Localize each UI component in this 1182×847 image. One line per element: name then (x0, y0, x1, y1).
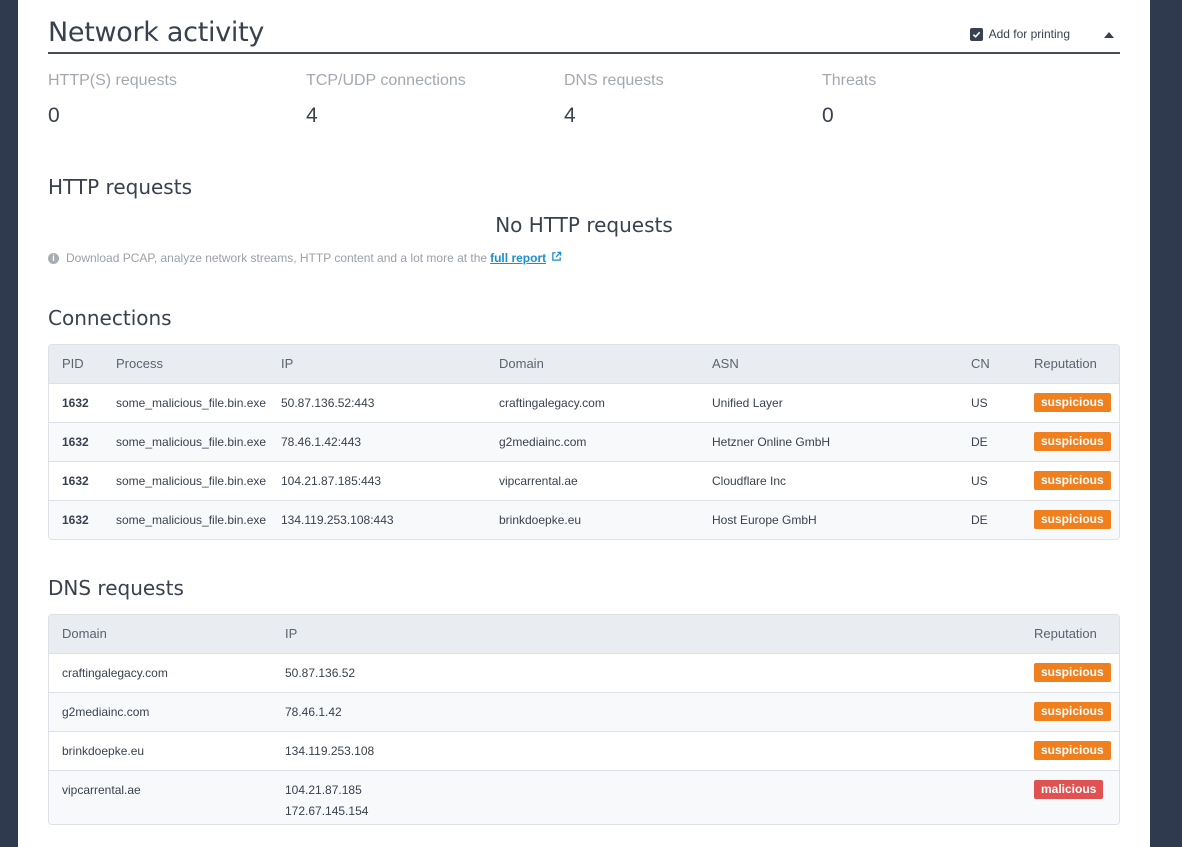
table-row[interactable]: 1632 some_malicious_file.bin.exe 50.87.1… (49, 383, 1119, 422)
full-report-link[interactable]: full report (490, 251, 546, 265)
table-row[interactable]: craftingalegacy.com 50.87.136.52 suspici… (49, 653, 1119, 692)
stat-value: 4 (306, 104, 318, 127)
checkbox-checked-icon[interactable] (969, 27, 983, 41)
reputation-badge: suspicious (1034, 741, 1111, 760)
table-header: Domain IP Reputation (49, 615, 1119, 653)
column-header-cn[interactable]: CN (971, 345, 990, 383)
add-for-printing-label: Add for printing (988, 27, 1070, 41)
column-header-reputation[interactable]: Reputation (1034, 615, 1097, 653)
cell-domain: craftingalegacy.com (62, 666, 168, 680)
no-http-requests-message: No HTTP requests (495, 213, 673, 237)
reputation-badge: suspicious (1034, 702, 1111, 721)
stat-label: Threats (822, 72, 877, 89)
column-header-domain[interactable]: Domain (62, 615, 107, 653)
dns-requests-title: DNS requests (48, 576, 184, 600)
cell-process: some_malicious_file.bin.exe (116, 513, 267, 527)
section-header: Network activity Add for printing (48, 0, 1120, 54)
column-header-pid[interactable]: PID (62, 345, 84, 383)
cell-domain: g2mediainc.com (62, 705, 150, 719)
stat-label: HTTP(S) requests (48, 72, 177, 89)
cell-domain: vipcarrental.ae (499, 474, 578, 488)
page-title: Network activity (48, 17, 265, 48)
cell-cn: DE (971, 513, 988, 527)
reputation-badge: suspicious (1034, 432, 1111, 451)
reputation-badge: malicious (1034, 780, 1104, 799)
dns-requests-table: Domain IP Reputation craftingalegacy.com… (48, 614, 1120, 825)
stat-dns-requests: DNS requests 4 (564, 72, 664, 128)
cell-ip: 50.87.136.52:443 (281, 396, 375, 410)
reputation-badge: suspicious (1034, 663, 1111, 682)
cell-ip: 134.119.253.108:443 (281, 513, 394, 527)
reputation-badge: suspicious (1034, 471, 1111, 490)
connections-table: PID Process IP Domain ASN CN Reputation … (48, 344, 1120, 540)
column-header-process[interactable]: Process (116, 345, 163, 383)
cell-pid: 1632 (62, 474, 89, 488)
cell-domain: brinkdoepke.eu (62, 744, 145, 758)
table-row[interactable]: vipcarrental.ae 104.21.87.185 172.67.145… (49, 770, 1119, 824)
stat-label: DNS requests (564, 72, 664, 89)
network-activity-panel: Network activity Add for printing HTTP(S… (18, 0, 1150, 847)
cell-asn: Unified Layer (712, 396, 783, 410)
cell-ip: 50.87.136.52 (285, 666, 356, 680)
add-for-printing-toggle[interactable]: Add for printing (969, 27, 1070, 41)
reputation-badge: suspicious (1034, 510, 1111, 529)
cell-ip: 78.46.1.42 (285, 705, 342, 719)
column-header-ip[interactable]: IP (281, 345, 293, 383)
cell-pid: 1632 (62, 513, 89, 527)
column-header-asn[interactable]: ASN (712, 345, 739, 383)
cell-cn: DE (971, 435, 988, 449)
table-row[interactable]: 1632 some_malicious_file.bin.exe 78.46.1… (49, 422, 1119, 461)
cell-asn: Host Europe GmbH (712, 513, 817, 527)
connections-title: Connections (48, 306, 172, 330)
cell-pid: 1632 (62, 435, 89, 449)
cell-process: some_malicious_file.bin.exe (116, 396, 267, 410)
cell-cn: US (971, 396, 988, 410)
stat-value: 4 (564, 104, 576, 127)
collapse-caret-icon[interactable] (1104, 32, 1114, 38)
external-link-icon[interactable] (551, 251, 562, 265)
cell-domain: brinkdoepke.eu (499, 513, 582, 527)
info-icon: i (48, 252, 59, 264)
http-requests-title: HTTP requests (48, 175, 192, 199)
full-report-info: i Download PCAP, analyze network streams… (48, 251, 562, 265)
stat-label: TCP/UDP connections (306, 72, 466, 89)
column-header-ip[interactable]: IP (285, 615, 297, 653)
table-header: PID Process IP Domain ASN CN Reputation (49, 345, 1119, 383)
column-header-domain[interactable]: Domain (499, 345, 544, 383)
table-row[interactable]: 1632 some_malicious_file.bin.exe 134.119… (49, 500, 1119, 539)
cell-ip: 134.119.253.108 (285, 744, 375, 758)
cell-ip-secondary: 172.67.145.154 (285, 804, 369, 818)
stat-value: 0 (822, 104, 834, 127)
info-text: Download PCAP, analyze network streams, … (66, 251, 488, 265)
cell-asn: Hetzner Online GmbH (712, 435, 831, 449)
table-row[interactable]: 1632 some_malicious_file.bin.exe 104.21.… (49, 461, 1119, 500)
table-row[interactable]: brinkdoepke.eu 134.119.253.108 suspiciou… (49, 731, 1119, 770)
cell-process: some_malicious_file.bin.exe (116, 435, 267, 449)
cell-ip: 104.21.87.185:443 (281, 474, 382, 488)
stat-threats: Threats 0 (822, 72, 876, 128)
cell-pid: 1632 (62, 396, 89, 410)
cell-process: some_malicious_file.bin.exe (116, 474, 267, 488)
stat-http-requests: HTTP(S) requests 0 (48, 72, 177, 128)
stat-value: 0 (48, 104, 60, 127)
table-row[interactable]: g2mediainc.com 78.46.1.42 suspicious (49, 692, 1119, 731)
cell-cn: US (971, 474, 988, 488)
cell-asn: Cloudflare Inc (712, 474, 787, 488)
column-header-reputation[interactable]: Reputation (1034, 345, 1097, 383)
reputation-badge: suspicious (1034, 393, 1111, 412)
cell-ip: 78.46.1.42:443 (281, 435, 362, 449)
cell-domain: craftingalegacy.com (499, 396, 605, 410)
cell-domain: vipcarrental.ae (62, 783, 141, 797)
stat-tcp-udp-connections: TCP/UDP connections 4 (306, 72, 466, 128)
stats-row: HTTP(S) requests 0 TCP/UDP connections 4… (48, 72, 1120, 142)
cell-domain: g2mediainc.com (499, 435, 587, 449)
